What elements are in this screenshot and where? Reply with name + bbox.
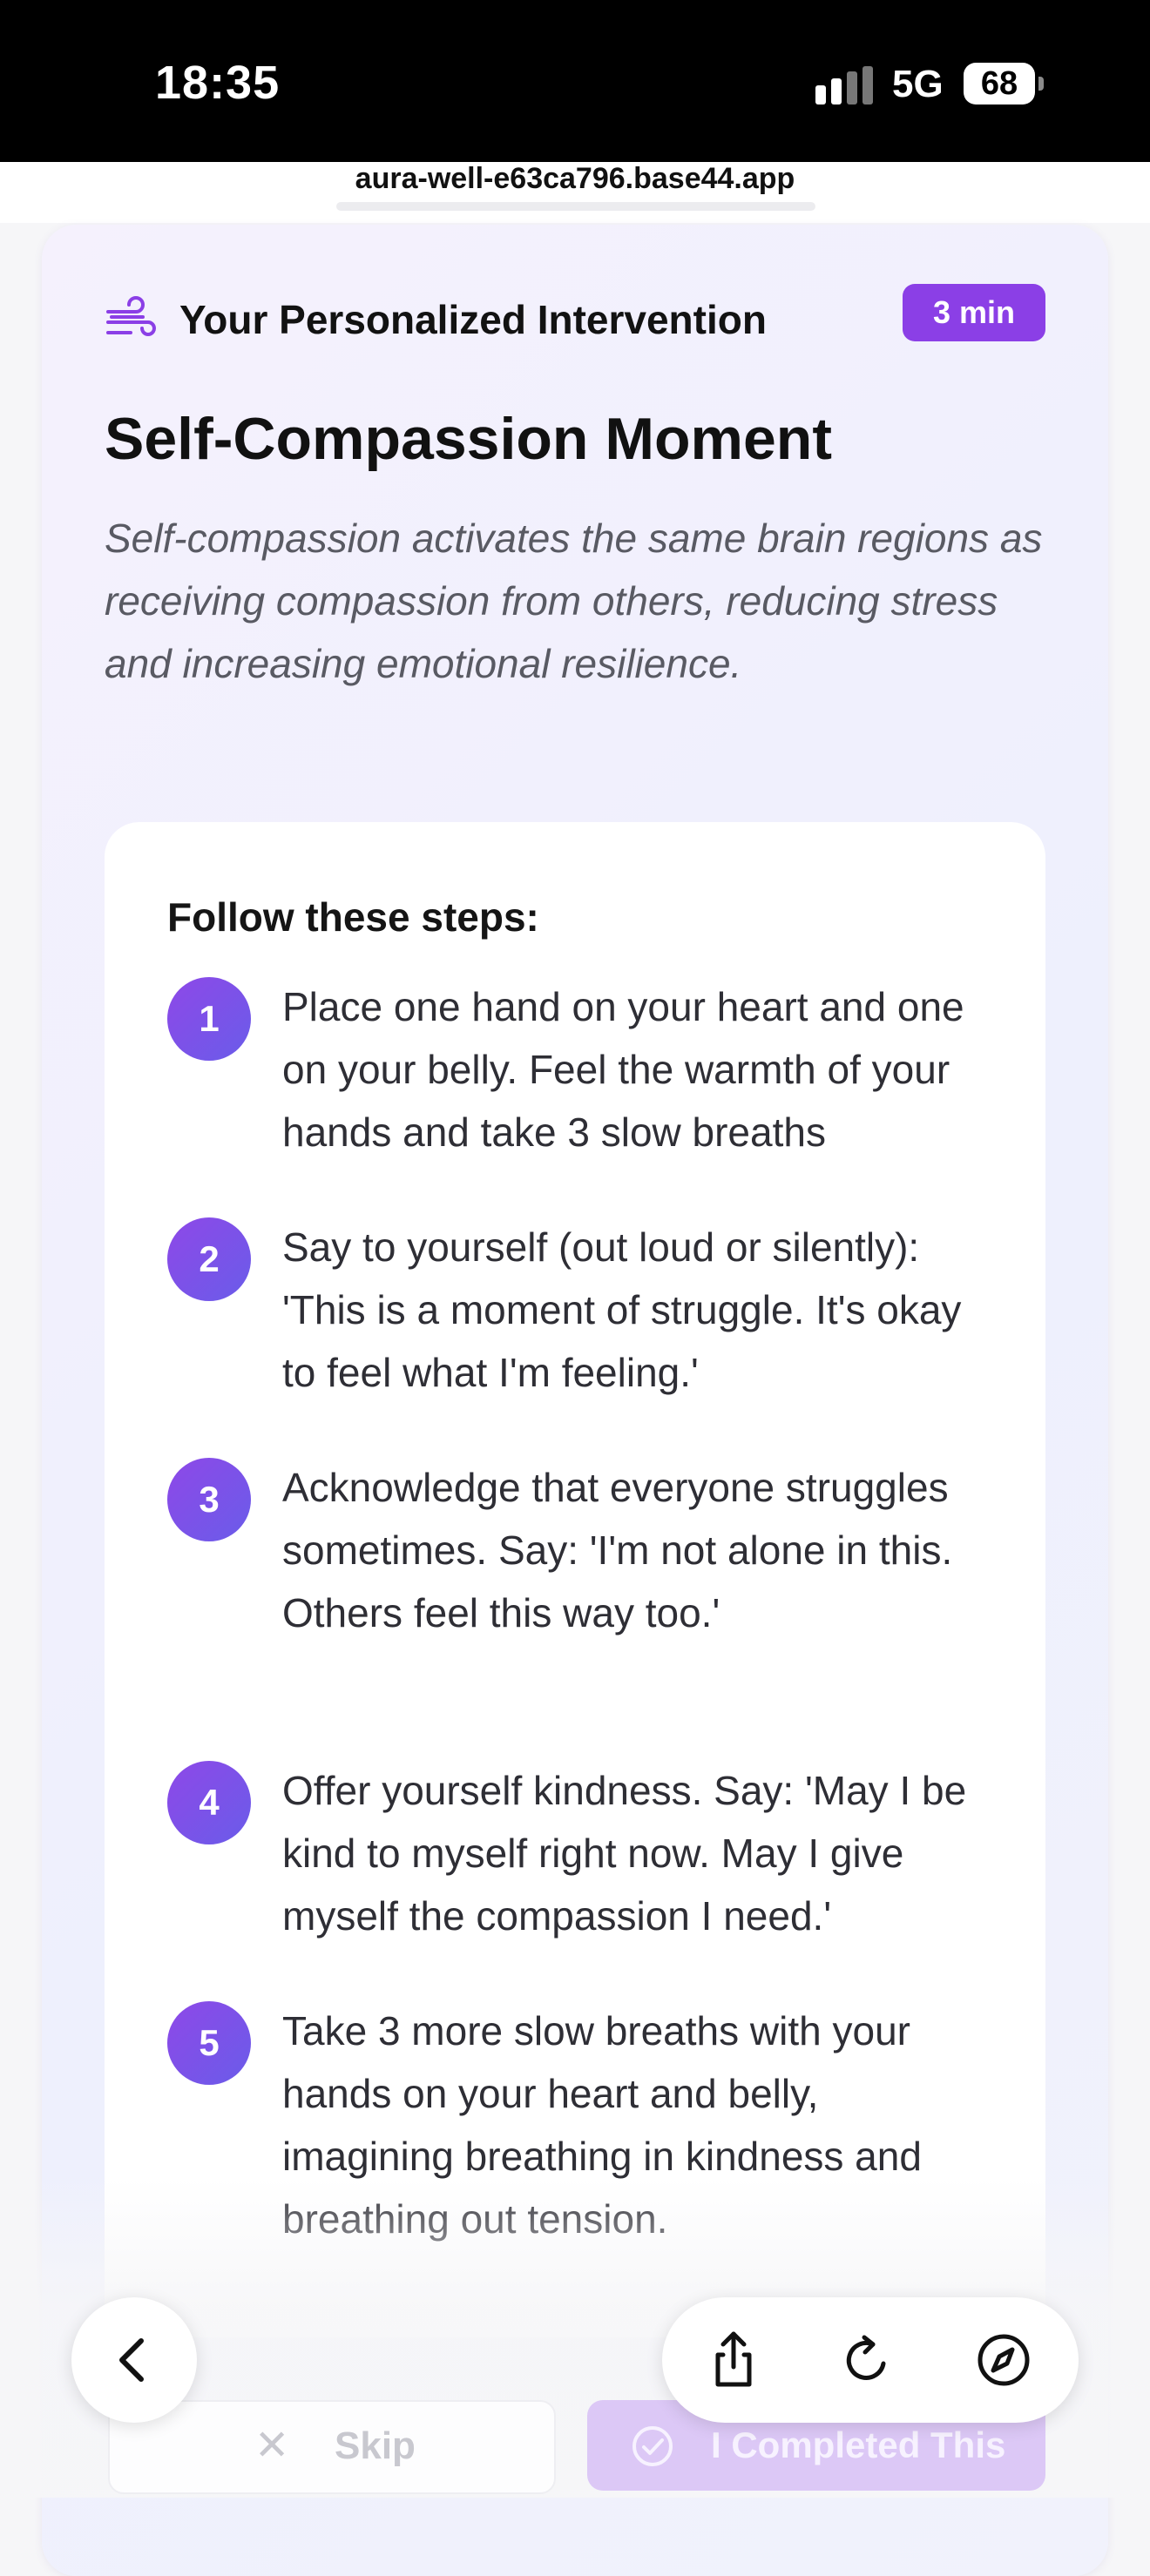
step-number-badge: 3 (167, 1458, 251, 1541)
steps-panel: Follow these steps: 1 Place one hand on … (105, 822, 1045, 2337)
address-bar[interactable]: aura-well-e63ca796.base44.app (0, 162, 1150, 223)
chevron-left-icon (119, 2338, 144, 2382)
check-circle-icon (632, 2426, 673, 2466)
intervention-description: Self-compassion activates the same brain… (105, 516, 1043, 686)
steps-heading: Follow these steps: (167, 894, 539, 940)
reload-icon[interactable] (838, 2330, 897, 2390)
step-text: Acknowledge that everyone struggles some… (282, 1465, 953, 1635)
duration-badge: 3 min (903, 284, 1045, 341)
compass-icon[interactable] (974, 2330, 1033, 2390)
url-text[interactable]: aura-well-e63ca796.base44.app (0, 162, 1150, 196)
status-bar: 18:35 5G 68 (0, 0, 1150, 162)
status-time: 18:35 (155, 57, 281, 109)
url-progress-track (336, 202, 815, 211)
battery-icon: 68 (964, 63, 1035, 105)
battery-cap (1038, 77, 1044, 91)
step-number-badge: 1 (167, 977, 251, 1061)
back-button[interactable] (71, 2297, 197, 2423)
intervention-header-title: Your Personalized Intervention (179, 297, 767, 342)
skip-label: Skip (335, 2424, 416, 2467)
page-title: Self-Compassion Moment (105, 406, 832, 472)
step-text: Say to yourself (out loud or silently): … (282, 1224, 962, 1395)
browser-toolbar (662, 2297, 1079, 2423)
close-icon: ✕ (254, 2423, 290, 2469)
step-number-badge: 5 (167, 2001, 251, 2085)
step-number-badge: 2 (167, 1217, 251, 1301)
signal-icon (815, 66, 873, 105)
complete-label: I Completed This (711, 2424, 1006, 2465)
step-number-badge: 4 (167, 1761, 251, 1844)
step-text: Offer yourself kindness. Say: 'May I be … (282, 1768, 967, 1939)
step-text: Place one hand on your heart and one on … (282, 984, 964, 1155)
skip-button[interactable]: ✕ Skip (108, 2400, 556, 2494)
wind-icon (106, 296, 156, 336)
share-icon[interactable] (704, 2330, 763, 2390)
network-type: 5G (892, 63, 944, 105)
